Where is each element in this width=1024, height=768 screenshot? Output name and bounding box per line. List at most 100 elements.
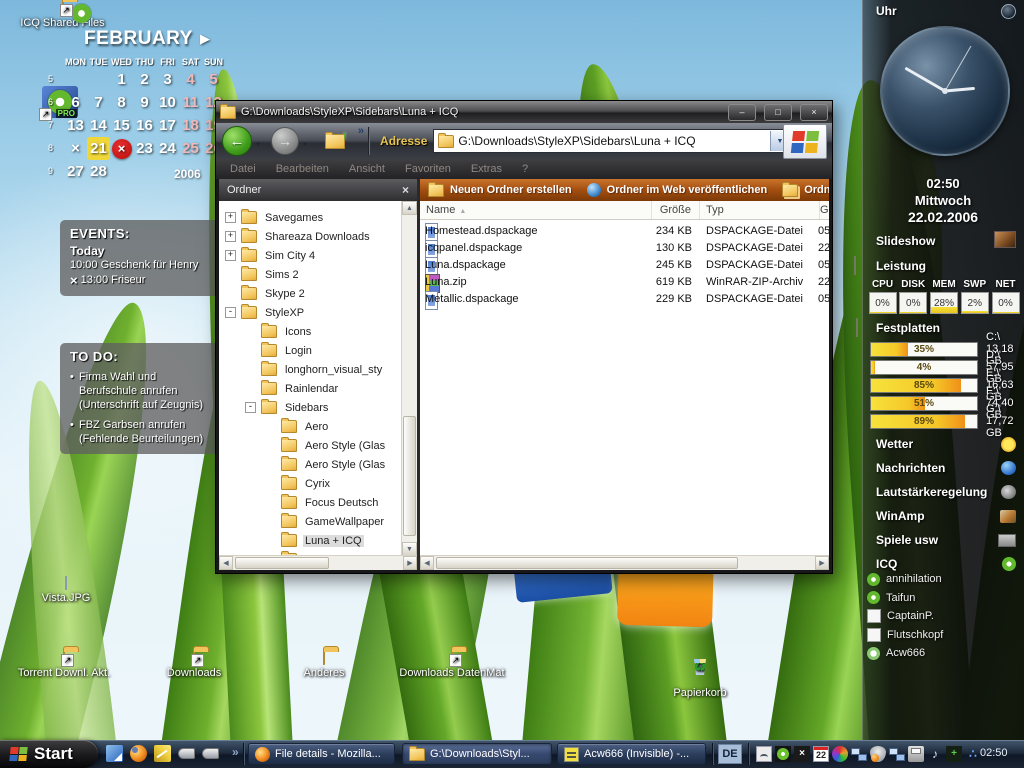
calendar-day[interactable] xyxy=(87,68,110,91)
sidebar-section-festplatten[interactable]: Festplatten xyxy=(876,321,940,335)
calendar-day[interactable]: 17 xyxy=(156,114,179,137)
tree-item[interactable]: Focus Deutsch xyxy=(219,493,402,512)
tree-horizontal-scrollbar[interactable]: ◀ ▶ xyxy=(219,555,417,570)
expand-icon[interactable]: + xyxy=(225,231,236,242)
scrollbar-thumb[interactable] xyxy=(403,416,416,536)
calendar-day[interactable]: 1 xyxy=(110,68,133,91)
stylexp-icon[interactable] xyxy=(154,745,171,762)
tray-usb-icon[interactable]: + xyxy=(946,746,962,762)
calendar-day[interactable]: 6 xyxy=(64,91,87,114)
drive-b-icon[interactable] xyxy=(202,748,219,759)
icq-contact[interactable]: Taifun xyxy=(862,589,1024,608)
tray-colorwheel-icon[interactable] xyxy=(832,746,848,762)
tree-item[interactable]: +Shareaza Downloads xyxy=(219,227,402,246)
calendar-day[interactable]: 5 xyxy=(202,68,225,91)
show-desktop-icon[interactable] xyxy=(106,745,123,762)
back-dropdown-icon[interactable] xyxy=(255,137,261,149)
sidebar-section-label[interactable]: Lautstärkeregelung xyxy=(876,485,987,499)
collapse-icon[interactable]: - xyxy=(225,307,236,318)
calendar-next-month-button[interactable]: ▶ xyxy=(200,31,210,47)
scroll-down-arrow[interactable]: ▼ xyxy=(402,542,417,556)
tree-item[interactable]: Luna + ICQ xyxy=(219,531,402,550)
taskbar-clock[interactable]: 02:50 xyxy=(980,747,1008,759)
quick-launch-chevron[interactable]: » xyxy=(232,745,239,759)
taskbar-task-button[interactable]: File details - Mozilla... xyxy=(248,743,395,765)
column-header-type[interactable]: Typ xyxy=(700,201,820,219)
tray-printer-icon[interactable] xyxy=(908,746,924,762)
scroll-right-arrow[interactable]: ▶ xyxy=(403,556,417,570)
tree-item[interactable]: -StyleXP xyxy=(219,303,402,322)
window-titlebar[interactable]: G:\Downloads\StyleXP\Sidebars\Luna + ICQ… xyxy=(216,101,832,123)
folder-up-button[interactable] xyxy=(320,127,350,155)
start-button[interactable]: Start xyxy=(0,740,98,768)
tree-item[interactable]: Icons xyxy=(219,322,402,341)
back-button[interactable] xyxy=(222,126,252,156)
tray-doc-icon[interactable] xyxy=(756,746,772,762)
tree-item[interactable]: Aero Style (Glas xyxy=(219,436,402,455)
calendar-day[interactable]: 16 xyxy=(133,114,156,137)
calendar-day[interactable]: × xyxy=(64,137,87,160)
minimize-button[interactable]: – xyxy=(728,104,756,121)
language-indicator[interactable]: DE xyxy=(718,744,742,764)
calendar-day[interactable] xyxy=(110,160,133,183)
tray-shield-icon[interactable] xyxy=(870,746,886,762)
tree-item[interactable]: +Savegames xyxy=(219,208,402,227)
column-header-size[interactable]: Größe xyxy=(652,201,700,219)
desktop-icon-papierkorb[interactable]: ♻ Papierkorb xyxy=(655,650,745,699)
scrollbar-thumb[interactable] xyxy=(235,557,329,569)
sidebar-section-leistung[interactable]: Leistung xyxy=(876,259,926,273)
sidebar-section-label[interactable]: ICQ xyxy=(876,557,897,571)
menu-ansicht[interactable]: Ansicht xyxy=(339,163,395,175)
tree-item[interactable]: Skype 2 xyxy=(219,284,402,303)
folder-task-button[interactable]: Ordner im Web veröffentlichen xyxy=(587,183,768,197)
scroll-left-arrow[interactable]: ◀ xyxy=(219,556,233,570)
address-bar[interactable]: G:\Downloads\StyleXP\Sidebars\Luna + ICQ xyxy=(433,129,789,153)
forward-button[interactable] xyxy=(271,127,299,155)
sidebar-section-label[interactable]: Nachrichten xyxy=(876,461,945,475)
column-header-name[interactable]: Name▲ xyxy=(420,201,652,219)
taskbar-task-button[interactable]: Acw666 (Invisible) -... xyxy=(557,743,706,765)
scroll-up-arrow[interactable]: ▲ xyxy=(402,201,417,215)
desktop-icon-downloads[interactable]: Downloads xyxy=(142,652,246,679)
calendar-day[interactable]: 3 xyxy=(156,68,179,91)
folder-task-button[interactable]: Neuen Ordner erstellen xyxy=(428,184,572,197)
tray-network-2-icon[interactable] xyxy=(889,746,905,762)
menu-bearbeiten[interactable]: Bearbeiten xyxy=(266,163,339,175)
drive-a-icon[interactable] xyxy=(178,748,195,759)
file-row[interactable]: icqpanel.dspackage130 KBDSPACKAGE-Datei2… xyxy=(420,240,829,257)
calendar-day[interactable]: 25 xyxy=(179,137,202,160)
tree-vertical-scrollbar[interactable]: ▲ ▼ xyxy=(401,201,417,556)
calendar-day[interactable] xyxy=(133,160,156,183)
tree-item[interactable]: Sims 2 xyxy=(219,265,402,284)
scroll-right-arrow[interactable]: ▶ xyxy=(815,556,829,570)
file-row[interactable]: Luna.dspackage245 KBDSPACKAGE-Datei05 xyxy=(420,257,829,274)
tree-item[interactable]: Cyrix xyxy=(219,474,402,493)
desktop-icon-vista-jpg[interactable]: Vista.JPG xyxy=(30,577,102,604)
calendar-day[interactable]: 14 xyxy=(87,114,110,137)
tray-calendar-icon[interactable]: 22 xyxy=(813,746,829,762)
desktop-icon-icq-shared-files[interactable]: ICQ Shared Files xyxy=(10,2,115,29)
calendar-day[interactable]: 24 xyxy=(156,137,179,160)
tree-item[interactable]: longhorn_visual_sty xyxy=(219,360,402,379)
calendar-day[interactable]: 9 xyxy=(133,91,156,114)
calendar-day[interactable]: 8 xyxy=(110,91,133,114)
desktop-icon-downloads-datenmat[interactable]: Downloads DatenMat xyxy=(392,652,512,679)
file-row[interactable]: Luna.zip619 KBWinRAR-ZIP-Archiv22 xyxy=(420,274,829,291)
calendar-day[interactable]: 15 xyxy=(110,114,133,137)
desktop-icon-torrent-downloads[interactable]: Torrent Downl. Akt. xyxy=(12,652,116,679)
calendar-day[interactable]: 21 xyxy=(87,137,110,160)
scrollbar-thumb[interactable] xyxy=(436,557,738,569)
icq-contact[interactable]: Acw666 xyxy=(862,644,1024,663)
taskbar-task-button[interactable]: G:\Downloads\Styl... xyxy=(402,743,552,765)
expand-icon[interactable]: + xyxy=(225,250,236,261)
sidebar-section-label[interactable]: Wetter xyxy=(876,437,913,451)
file-row[interactable]: Metallic.dspackage229 KBDSPACKAGE-Datei0… xyxy=(420,291,829,308)
tree-item[interactable]: Aero xyxy=(219,417,402,436)
calendar-day[interactable]: 11 xyxy=(179,91,202,114)
close-button[interactable]: × xyxy=(800,104,828,121)
calendar-day[interactable]: 10 xyxy=(156,91,179,114)
expand-icon[interactable]: + xyxy=(225,212,236,223)
tray-icq-icon[interactable] xyxy=(775,746,791,762)
calendar-day[interactable]: 27 xyxy=(64,160,87,183)
list-horizontal-scrollbar[interactable]: ◀ ▶ xyxy=(420,555,829,570)
